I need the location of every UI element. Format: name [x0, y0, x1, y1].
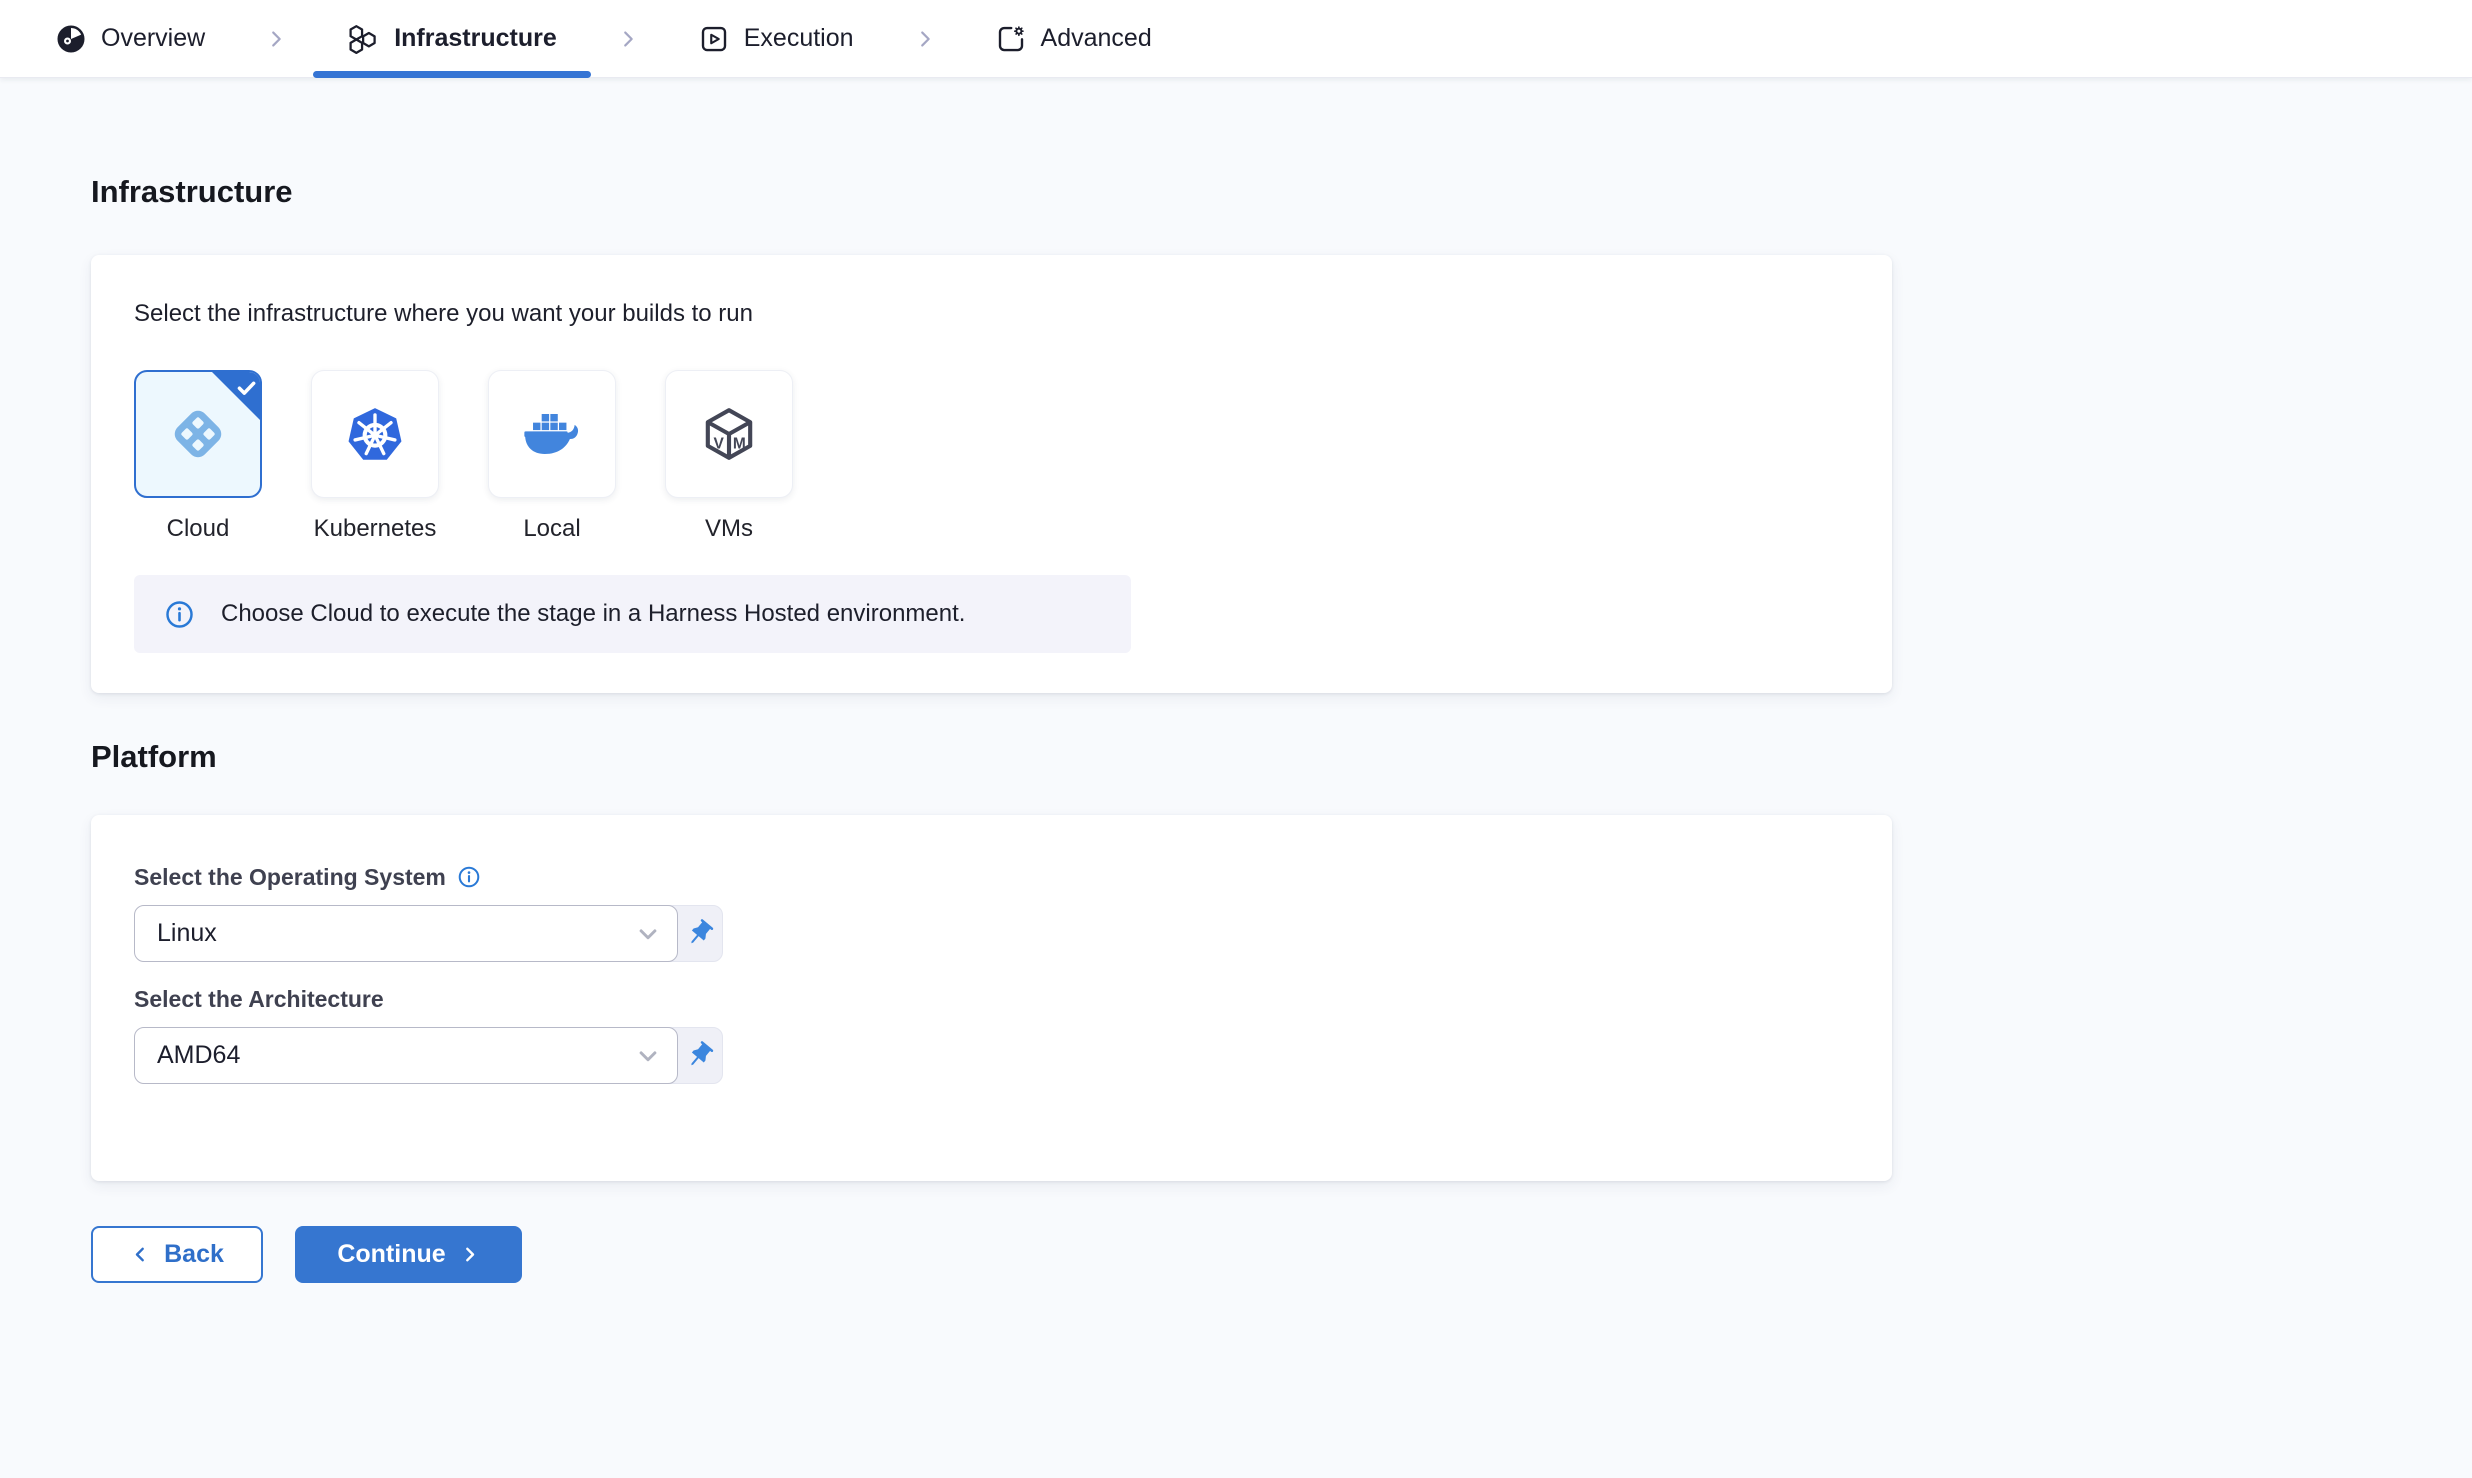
infrastructure-options: Cloud [134, 370, 1849, 543]
option-vms: V M VMs [665, 370, 793, 543]
tab-execution[interactable]: Execution [665, 0, 888, 77]
tab-overview[interactable]: Overview [22, 0, 239, 77]
tile-label: VMs [705, 515, 753, 543]
docker-whale-icon [519, 409, 585, 459]
stage-stepper-bar: Overview Infrastructure Execution [0, 0, 2472, 78]
option-kubernetes: Kubernetes [311, 370, 439, 543]
info-icon[interactable] [457, 865, 481, 889]
chevron-right-icon [265, 28, 287, 50]
arch-select[interactable]: AMD64 [134, 1027, 678, 1084]
tab-infrastructure[interactable]: Infrastructure [313, 0, 591, 77]
chevron-right-icon [914, 28, 936, 50]
vm-cube-icon: V M [698, 403, 760, 465]
execution-icon [699, 24, 729, 54]
svg-text:M: M [733, 435, 746, 452]
continue-button[interactable]: Continue [295, 1226, 522, 1283]
continue-label: Continue [337, 1240, 445, 1269]
os-select-row: Linux [134, 905, 735, 962]
arch-label-text: Select the Architecture [134, 985, 384, 1013]
info-note-text: Choose Cloud to execute the stage in a H… [221, 600, 965, 628]
chevron-right-icon [459, 1244, 480, 1265]
arch-field-label: Select the Architecture [134, 985, 1849, 1013]
platform-card: Select the Operating System Linux [91, 815, 1892, 1181]
pin-icon [684, 1040, 715, 1071]
tab-label: Overview [101, 24, 205, 53]
chevron-down-icon [633, 919, 663, 949]
os-select[interactable]: Linux [134, 905, 678, 962]
platform-heading: Platform [91, 738, 2472, 775]
chevron-down-icon [633, 1041, 663, 1071]
cloud-info-callout: Choose Cloud to execute the stage in a H… [134, 575, 1131, 653]
chevron-right-icon [617, 28, 639, 50]
arch-select-value: AMD64 [157, 1041, 240, 1070]
chevron-left-icon [130, 1244, 151, 1265]
os-select-value: Linux [157, 919, 217, 948]
infrastructure-heading: Infrastructure [91, 173, 2472, 210]
wizard-actions: Back Continue [91, 1226, 2472, 1283]
tab-label: Advanced [1041, 24, 1152, 53]
kubernetes-tile[interactable] [311, 370, 439, 498]
tile-label: Local [523, 515, 580, 543]
advanced-icon [996, 24, 1026, 54]
cloud-tile[interactable] [134, 370, 262, 498]
tab-label: Infrastructure [394, 24, 557, 53]
harness-cloud-icon [164, 400, 232, 468]
back-label: Back [164, 1240, 224, 1269]
arch-select-row: AMD64 [134, 1027, 735, 1084]
vms-tile[interactable]: V M [665, 370, 793, 498]
pin-icon [684, 918, 715, 949]
overview-icon [56, 24, 86, 54]
tile-label: Kubernetes [314, 515, 437, 543]
infrastructure-card: Select the infrastructure where you want… [91, 255, 1892, 693]
stage-config-content: Infrastructure Select the infrastructure… [0, 173, 2472, 1283]
svg-text:V: V [713, 435, 724, 452]
kubernetes-icon [344, 403, 406, 465]
os-field-label: Select the Operating System [134, 863, 1849, 891]
infrastructure-prompt: Select the infrastructure where you want… [134, 299, 1849, 328]
option-local: Local [488, 370, 616, 543]
infrastructure-icon [347, 23, 379, 55]
option-cloud: Cloud [134, 370, 262, 543]
info-icon [164, 599, 195, 630]
local-tile[interactable] [488, 370, 616, 498]
tile-label: Cloud [167, 515, 230, 543]
os-label-text: Select the Operating System [134, 863, 446, 891]
tab-advanced[interactable]: Advanced [962, 0, 1186, 77]
tab-label: Execution [744, 24, 854, 53]
back-button[interactable]: Back [91, 1226, 263, 1283]
